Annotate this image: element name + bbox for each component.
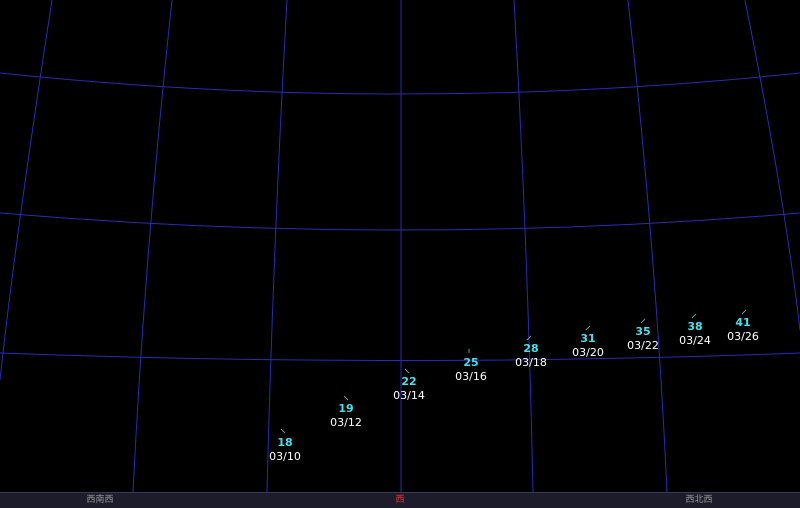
planet-positions: 1803/101903/122203/142503/162803/183103/… [269, 309, 759, 463]
compass-label-wsw: 西南西 [86, 495, 114, 505]
date-label: 03/20 [572, 346, 604, 359]
planet-marker: 3803/24 [679, 313, 711, 347]
date-label: 03/12 [330, 416, 362, 429]
planet-marker: 1803/10 [269, 428, 301, 463]
planet-marker: 2203/14 [393, 368, 425, 402]
altitude-azimuth-grid [0, 0, 800, 493]
motion-arrow-icon [585, 325, 591, 331]
altitude-label: 18 [277, 436, 292, 449]
planet-marker: 2803/18 [515, 335, 547, 369]
azimuth-grid-line [627, 0, 668, 493]
horizon-bar: 西南西 西 西北西 [0, 492, 800, 508]
azimuth-grid-line [132, 0, 173, 493]
altitude-label: 41 [735, 316, 750, 329]
motion-arrow-icon [343, 395, 349, 401]
compass-label-wnw: 西北西 [685, 495, 713, 505]
altitude-label: 22 [401, 375, 416, 388]
altitude-label: 28 [523, 342, 538, 355]
altitude-label: 31 [580, 332, 595, 345]
azimuth-grid-line [0, 0, 53, 381]
date-label: 03/10 [269, 450, 301, 463]
motion-arrow-icon [280, 428, 286, 434]
planet-marker: 4103/26 [727, 309, 759, 343]
altitude-grid-line [0, 72, 800, 95]
azimuth-grid-line [513, 0, 534, 493]
motion-arrow-icon [691, 313, 697, 319]
altitude-grid-line [0, 212, 800, 231]
date-label: 03/26 [727, 330, 759, 343]
altitude-label: 25 [463, 356, 478, 369]
planet-marker: 2503/16 [455, 349, 487, 383]
sky-chart: 1803/101903/122203/142503/162803/183103/… [0, 0, 800, 493]
date-label: 03/22 [627, 339, 659, 352]
motion-arrow-icon [640, 318, 646, 324]
date-label: 03/24 [679, 334, 711, 347]
motion-arrow-icon [404, 368, 410, 374]
altitude-label: 19 [338, 402, 353, 415]
planet-marker: 1903/12 [330, 395, 362, 429]
altitude-grid-line [0, 352, 800, 361]
planet-marker: 3103/20 [572, 325, 604, 359]
date-label: 03/18 [515, 356, 547, 369]
altitude-label: 38 [687, 320, 702, 333]
motion-arrow-icon [741, 309, 747, 315]
planet-marker: 3503/22 [627, 318, 659, 352]
azimuth-grid-line [266, 0, 288, 493]
date-label: 03/14 [393, 389, 425, 402]
compass-label-west: 西 [395, 495, 405, 505]
azimuth-grid-line [744, 0, 800, 331]
altitude-label: 35 [635, 325, 650, 338]
date-label: 03/16 [455, 370, 487, 383]
